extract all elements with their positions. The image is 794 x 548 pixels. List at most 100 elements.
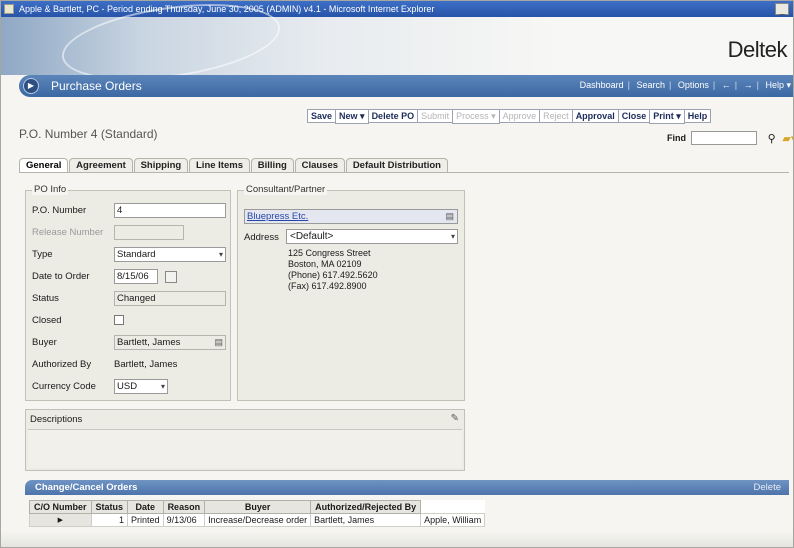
column-header-buyer[interactable]: Buyer	[204, 500, 312, 514]
po-number-label: P.O. Number	[32, 205, 87, 216]
tab-shipping[interactable]: Shipping	[133, 158, 189, 173]
closed-row: Closed	[32, 313, 226, 329]
lookup-icon[interactable]: ▤	[214, 336, 223, 349]
table-row[interactable]: ▶ 1 Printed 9/13/06 Increase/Decrease or…	[29, 513, 486, 527]
column-header-co-number[interactable]: C/O Number	[29, 500, 92, 514]
tab-strip: General Agreement Shipping Line Items Bi…	[19, 158, 448, 173]
column-header-date[interactable]: Date	[127, 500, 164, 514]
address-block: 125 Congress Street Boston, MA 02109 (Ph…	[288, 248, 378, 292]
find-label: Find	[667, 133, 686, 143]
column-header-status[interactable]: Status	[90, 500, 129, 514]
change-cancel-header: Change/Cancel Orders Delete	[25, 480, 789, 495]
po-number-field[interactable]: 4	[114, 203, 226, 218]
print-button[interactable]: Print ▾	[649, 109, 685, 124]
type-value: Standard	[117, 249, 156, 260]
authorized-value: Bartlett, James	[114, 359, 178, 370]
forward-link[interactable]: →	[744, 80, 753, 90]
tab-general[interactable]: General	[19, 158, 69, 173]
type-select[interactable]: Standard ▾	[114, 247, 226, 262]
status-label: Status	[32, 293, 59, 304]
submit-button[interactable]: Submit	[417, 109, 454, 123]
lookup-icon[interactable]: ▤	[445, 210, 454, 223]
status-row: Status Changed	[32, 291, 226, 307]
find-area: Find ⚲ ▰▾	[667, 131, 793, 147]
module-links: Dashboard | Search | Options | ← | → | Help ▾	[576, 80, 791, 91]
currency-select[interactable]: USD ▾	[114, 379, 168, 394]
change-cancel-table: C/O Number Status Date Reason Buyer Auth…	[29, 500, 486, 527]
close-button[interactable]: Close	[617, 109, 651, 123]
link-separator: |	[627, 80, 630, 90]
dashboard-link[interactable]: Dashboard	[580, 80, 624, 90]
authorized-row: Authorized By Bartlett, James	[32, 357, 226, 373]
row-selector-icon[interactable]: ▶	[29, 513, 92, 527]
currency-label: Currency Code	[32, 381, 96, 392]
new-button[interactable]: New ▾	[335, 109, 369, 124]
consultant-name-link[interactable]: Bluepress Etc.	[247, 211, 308, 222]
cell-reason: Increase/Decrease order	[204, 513, 312, 527]
column-header-authorized[interactable]: Authorized/Rejected By	[310, 500, 422, 514]
bottom-shade	[1, 531, 793, 547]
reject-button[interactable]: Reject	[539, 109, 573, 123]
calendar-icon[interactable]	[165, 271, 177, 283]
module-menu-icon[interactable]: ▶	[23, 78, 39, 94]
options-link[interactable]: Options	[678, 80, 709, 90]
help-button[interactable]: Help	[683, 109, 712, 123]
chevron-down-icon: ▾	[218, 250, 223, 259]
window-titlebar[interactable]: Apple & Bartlett, PC - Period ending Thu…	[1, 1, 793, 17]
column-header-reason[interactable]: Reason	[162, 500, 206, 514]
brand-header: Deltek	[1, 1, 793, 92]
approval-button[interactable]: Approval	[571, 109, 619, 123]
descriptions-textarea[interactable]	[28, 429, 462, 468]
table-header-row: C/O Number Status Date Reason Buyer Auth…	[29, 500, 485, 514]
buyer-field[interactable]: Bartlett, James ▤	[114, 335, 226, 350]
process-button[interactable]: Process ▾	[452, 109, 500, 124]
status-field: Changed	[114, 291, 226, 306]
date-value: 8/15/06	[117, 271, 149, 282]
consultant-legend: Consultant/Partner	[244, 184, 328, 195]
link-separator: |	[712, 80, 716, 90]
edit-note-icon[interactable]: ✎	[451, 413, 459, 424]
tab-billing[interactable]: Billing	[250, 158, 294, 173]
find-input[interactable]	[690, 131, 757, 145]
address-line: (Phone) 617.492.5620	[288, 270, 378, 280]
cell-authorized: Apple, William	[420, 513, 486, 527]
descriptions-panel: Descriptions ✎	[25, 409, 465, 471]
release-number-row: Release Number	[32, 225, 226, 241]
delete-po-button[interactable]: Delete PO	[367, 109, 419, 123]
folder-icon[interactable]: ▰▾	[782, 132, 793, 145]
binoculars-icon[interactable]: ⚲	[768, 132, 776, 145]
search-link[interactable]: Search	[636, 80, 665, 90]
cell-date: 9/13/06	[162, 513, 206, 527]
tab-clauses[interactable]: Clauses	[294, 158, 346, 173]
brand-logo: Deltek	[727, 37, 788, 62]
date-field[interactable]: 8/15/06	[114, 269, 177, 284]
tab-default-distribution[interactable]: Default Distribution	[345, 158, 448, 173]
tab-agreement[interactable]: Agreement	[69, 158, 133, 173]
address-label: Address	[244, 232, 279, 243]
descriptions-label: Descriptions	[30, 414, 83, 425]
cell-status: Printed	[127, 513, 164, 527]
back-link[interactable]: ←	[722, 80, 731, 90]
delete-link[interactable]: Delete	[754, 480, 781, 495]
closed-label: Closed	[32, 315, 62, 326]
minimize-button[interactable]: _	[775, 3, 789, 15]
type-label: Type	[32, 249, 53, 260]
consultant-field[interactable]: Bluepress Etc. ▤	[244, 209, 458, 224]
currency-row: Currency Code USD ▾	[32, 379, 226, 395]
save-button[interactable]: Save	[307, 109, 337, 123]
chevron-down-icon: ▾	[450, 232, 455, 241]
approve-button[interactable]: Approve	[498, 109, 541, 123]
address-select[interactable]: <Default> ▾	[286, 229, 458, 244]
help-link[interactable]: Help ▾	[765, 80, 791, 90]
closed-checkbox[interactable]	[114, 315, 124, 325]
module-title: Purchase Orders	[51, 79, 142, 93]
po-number-row: P.O. Number 4	[32, 203, 226, 219]
date-row: Date to Order 8/15/06	[32, 269, 226, 285]
link-separator: |	[756, 80, 759, 90]
currency-value: USD	[117, 381, 138, 392]
tab-divider	[19, 172, 789, 173]
buyer-value: Bartlett, James	[117, 337, 181, 348]
change-cancel-title: Change/Cancel Orders	[35, 482, 138, 493]
tab-line-items[interactable]: Line Items	[189, 158, 250, 173]
authorized-label: Authorized By	[32, 359, 92, 370]
